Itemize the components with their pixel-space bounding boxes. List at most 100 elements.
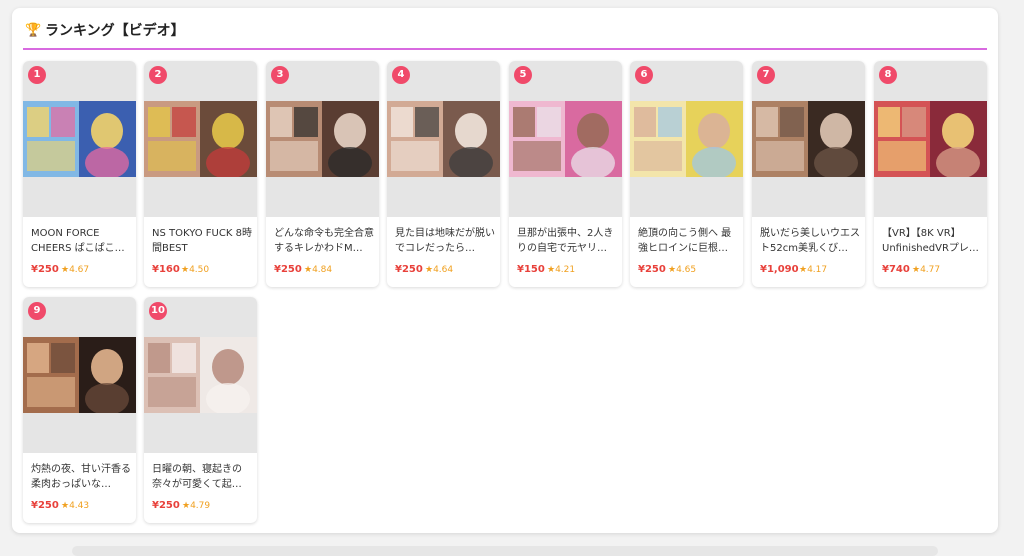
- trophy-icon: 🏆: [25, 23, 42, 38]
- cover-thumb: [391, 141, 439, 171]
- cover-thumb: [27, 377, 75, 407]
- price: ¥740: [882, 264, 910, 275]
- ranking-card[interactable]: 6 絶頂の向こう側へ 最強ヒロインに巨根… ¥250 ★4.65: [630, 61, 743, 287]
- rank-badge: 6: [635, 66, 653, 84]
- cover-thumb: [172, 107, 196, 137]
- cover-thumb: [391, 107, 413, 137]
- cover-thumb: [537, 107, 561, 137]
- thumbnail-area: 5: [509, 61, 622, 217]
- cover-thumb: [634, 107, 656, 137]
- price: ¥250: [152, 500, 180, 511]
- card-title[interactable]: 絶頂の向こう側へ 最強ヒロインに巨根…: [638, 226, 738, 256]
- card-title[interactable]: 見た目は地味だが脱いでコレだったら…: [395, 226, 495, 256]
- rating: ★4.77: [912, 265, 941, 275]
- thumbnail-area: 10: [144, 297, 257, 453]
- rating: ★4.50: [181, 265, 210, 275]
- cover-thumb: [756, 141, 804, 171]
- cover-image: [509, 101, 622, 177]
- cover-thumb: [902, 107, 926, 137]
- rating: ★4.43: [61, 501, 90, 511]
- thumbnail-area: 9: [23, 297, 136, 453]
- rating: ★4.17: [799, 265, 828, 275]
- thumbnail-area: 3: [266, 61, 379, 217]
- cover-thumb: [172, 343, 196, 373]
- cover-image: [752, 101, 865, 177]
- rank-badge: 8: [879, 66, 897, 84]
- thumbnail-area: 2: [144, 61, 257, 217]
- cover-figure: [455, 113, 487, 149]
- price: ¥150: [517, 264, 545, 275]
- ranking-card[interactable]: 1 MOON FORCE CHEERS ぱこぱこし… ¥250 ★4.67: [23, 61, 136, 287]
- cover-image: [144, 101, 257, 177]
- rating: ★4.21: [547, 265, 576, 275]
- rank-badge: 2: [149, 66, 167, 84]
- cover-thumb: [148, 141, 196, 171]
- cover-figure: [212, 349, 244, 385]
- rank-badge: 9: [28, 302, 46, 320]
- cover-thumb: [634, 141, 682, 171]
- card-title[interactable]: 灼熱の夜、甘い汗香る柔肉おっぱいな…: [31, 462, 131, 492]
- price: ¥250: [274, 264, 302, 275]
- cover-thumb: [756, 107, 778, 137]
- cover-thumb: [658, 107, 682, 137]
- cover-figure: [334, 113, 366, 149]
- cover-image: [23, 337, 136, 413]
- cover-figure: [212, 113, 244, 149]
- cover-thumb: [148, 107, 170, 137]
- thumbnail-area: 4: [387, 61, 500, 217]
- rank-badge: 1: [28, 66, 46, 84]
- price: ¥250: [638, 264, 666, 275]
- cover-thumb: [51, 107, 75, 137]
- card-title[interactable]: NS TOKYO FUCK 8時間BEST: [152, 226, 252, 256]
- cover-thumb: [878, 107, 900, 137]
- cover-thumb: [294, 107, 318, 137]
- rating: ★4.67: [61, 265, 90, 275]
- rank-badge: 4: [392, 66, 410, 84]
- rating: ★4.65: [668, 265, 697, 275]
- ranking-card[interactable]: 10 日曜の朝、寝起きの奈々が可愛くて起… ¥250 ★4.79: [144, 297, 257, 523]
- cover-thumb: [513, 141, 561, 171]
- thumbnail-area: 6: [630, 61, 743, 217]
- cover-image: [23, 101, 136, 177]
- cover-figure: [698, 113, 730, 149]
- section-header: 🏆 ランキング【ビデオ】: [23, 20, 987, 50]
- price: ¥250: [395, 264, 423, 275]
- cover-thumb: [513, 107, 535, 137]
- ranking-card[interactable]: 5 旦那が出張中、2人きりの自宅で元ヤリ… ¥150 ★4.21: [509, 61, 622, 287]
- price: ¥250: [31, 500, 59, 511]
- cover-thumb: [148, 343, 170, 373]
- card-title[interactable]: MOON FORCE CHEERS ぱこぱこし…: [31, 226, 131, 256]
- card-title[interactable]: 脱いだら美しいウエスト52cm美乳くび…: [760, 226, 860, 256]
- rank-badge: 7: [757, 66, 775, 84]
- thumbnail-area: 1: [23, 61, 136, 217]
- rank-badge: 3: [271, 66, 289, 84]
- card-title[interactable]: 日曜の朝、寝起きの奈々が可愛くて起…: [152, 462, 252, 492]
- card-title[interactable]: どんな命令も完全合意するキレかわドM…: [274, 226, 374, 256]
- ranking-card[interactable]: 4 見た目は地味だが脱いでコレだったら… ¥250 ★4.64: [387, 61, 500, 287]
- section-title: ランキング【ビデオ】: [45, 23, 185, 39]
- ranking-card[interactable]: 2 NS TOKYO FUCK 8時間BEST ¥160 ★4.50: [144, 61, 257, 287]
- cover-thumb: [780, 107, 804, 137]
- cover-thumb: [27, 107, 49, 137]
- cover-figure: [577, 113, 609, 149]
- cover-image: [266, 101, 379, 177]
- card-title[interactable]: 旦那が出張中、2人きりの自宅で元ヤリ…: [517, 226, 617, 256]
- card-title[interactable]: 【VR】【8K VR】UnfinishedVRプレ…: [882, 226, 982, 256]
- price: ¥1,090: [760, 264, 799, 275]
- cover-thumb: [415, 107, 439, 137]
- rank-badge: 10: [149, 302, 167, 320]
- ranking-card[interactable]: 7 脱いだら美しいウエスト52cm美乳くび… ¥1,090 ★4.17: [752, 61, 865, 287]
- ranking-card[interactable]: 8 【VR】【8K VR】UnfinishedVRプレ… ¥740 ★4.77: [874, 61, 987, 287]
- ranking-card[interactable]: 9 灼熱の夜、甘い汗香る柔肉おっぱいな… ¥250 ★4.43: [23, 297, 136, 523]
- ranking-card[interactable]: 3 どんな命令も完全合意するキレかわドM… ¥250 ★4.84: [266, 61, 379, 287]
- cover-thumb: [270, 141, 318, 171]
- cover-thumb: [27, 141, 75, 171]
- ranking-panel: 🏆 ランキング【ビデオ】 1 MOON FORCE CHEERS ぱこぱこし… …: [12, 8, 998, 533]
- thumbnail-area: 8: [874, 61, 987, 217]
- next-section-edge: [72, 546, 938, 556]
- cover-image: [874, 101, 987, 177]
- price: ¥250: [31, 264, 59, 275]
- rating: ★4.79: [182, 501, 211, 511]
- cover-image: [144, 337, 257, 413]
- cover-thumb: [270, 107, 292, 137]
